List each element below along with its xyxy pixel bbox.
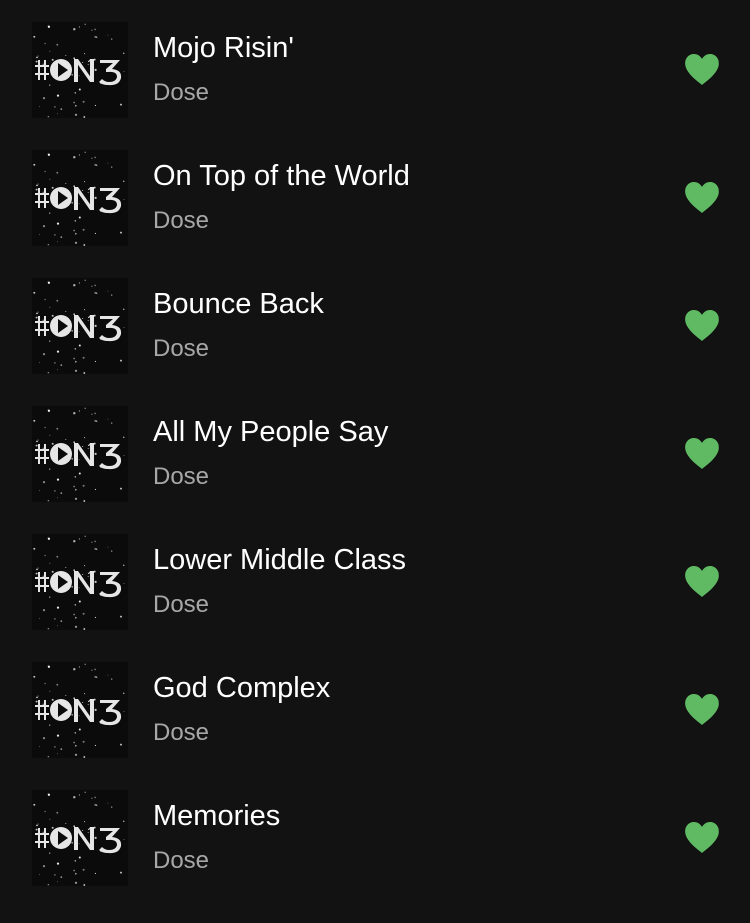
track-artist: Dose	[153, 591, 210, 618]
album-cover-icon	[32, 278, 128, 374]
track-row[interactable]: Mojo Risin' Dose	[0, 0, 750, 128]
track-artist: Dose	[153, 207, 210, 234]
liked-heart-icon[interactable]	[684, 693, 720, 726]
liked-heart-icon[interactable]	[684, 437, 720, 470]
track-row[interactable]: Memories Dose	[0, 768, 750, 896]
track-list: Mojo Risin' Dose On Top of the World Dos…	[0, 0, 750, 923]
track-title: All My People Say	[153, 416, 389, 448]
track-row[interactable]: Lower Middle Class Dose	[0, 512, 750, 640]
track-row[interactable]: On Top of the World Dose	[0, 128, 750, 256]
track-artist: Dose	[153, 719, 210, 746]
album-cover-icon	[32, 406, 128, 502]
track-title: Lower Middle Class	[153, 544, 407, 576]
album-cover-icon	[32, 150, 128, 246]
liked-heart-icon[interactable]	[684, 309, 720, 342]
album-cover-icon	[32, 790, 128, 886]
liked-heart-icon[interactable]	[684, 53, 720, 86]
track-row[interactable]: God Complex Dose	[0, 640, 750, 768]
album-cover-icon	[32, 662, 128, 758]
track-title: God Complex	[153, 672, 331, 704]
track-artist: Dose	[153, 847, 210, 874]
track-artist: Dose	[153, 335, 210, 362]
track-row[interactable]: Bounce Back Dose	[0, 256, 750, 384]
track-artist: Dose	[153, 463, 210, 490]
track-title: Bounce Back	[153, 288, 324, 320]
liked-heart-icon[interactable]	[684, 181, 720, 214]
track-title: On Top of the World	[153, 160, 410, 192]
album-cover-icon	[32, 534, 128, 630]
album-cover-icon	[32, 22, 128, 118]
track-artist: Dose	[153, 79, 210, 106]
liked-heart-icon[interactable]	[684, 821, 720, 854]
track-row[interactable]: All My People Say Dose	[0, 384, 750, 512]
track-title: Memories	[153, 800, 281, 832]
liked-heart-icon[interactable]	[684, 565, 720, 598]
track-title: Mojo Risin'	[153, 32, 294, 64]
